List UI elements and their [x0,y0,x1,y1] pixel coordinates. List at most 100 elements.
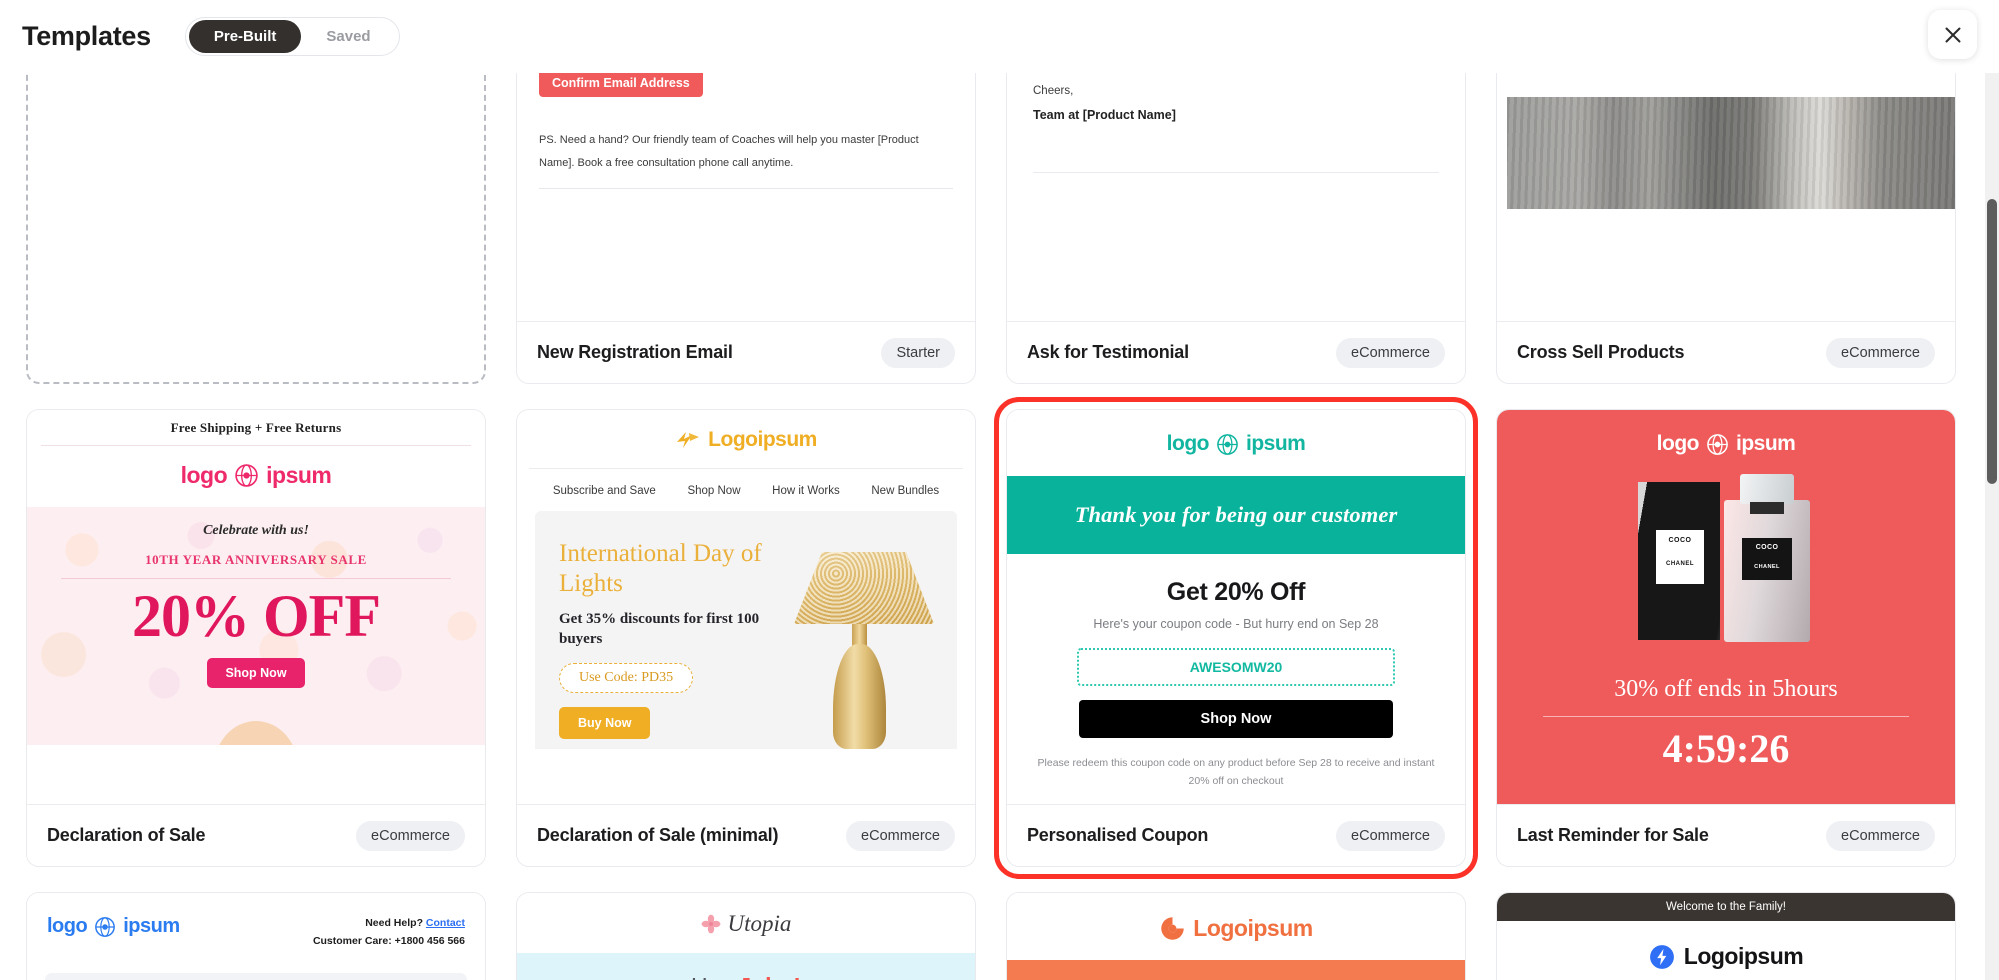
logo-text: Logoipsum [1683,943,1804,969]
template-preview: Utopia Hey John! Your Order is Confirmed… [517,893,975,980]
preview-line-2: Team at [Product Name] [1033,108,1176,122]
card-footer: Declaration of Sale eCommerce [27,804,485,866]
globe-icon [1217,433,1238,455]
logo-text-right: ipsum [1735,432,1796,455]
greeting-prefix: Hey [691,973,738,980]
template-card-personalised-coupon[interactable]: logo ipsum Thank you for being our custo… [994,397,1478,879]
logo-text-left: logo [1656,432,1700,455]
confirmation-banner: Hey John! Your Order {{order_id}} is Con… [1007,960,1465,980]
offer-text: 30% off ends in 5hours [1614,676,1838,702]
template-card-declaration-of-sale[interactable]: Free Shipping + Free Returns logo ipsum [26,409,486,867]
brand-logo: logo ipsum [47,915,180,938]
template-preview: Welcome to the Family! Logoipsum Thank y… [1497,893,1955,980]
email-preview-black-friday: logo ipsum Need Help? Contact Customer C… [27,893,485,980]
email-preview-declaration-of-sale: Free Shipping + Free Returns logo ipsum [27,410,485,804]
template-badge: eCommerce [1826,820,1935,851]
thank-you-banner: Thank you for being our customer [1007,476,1465,554]
template-badge: eCommerce [846,820,955,851]
brand-logo: logo ipsum [1007,410,1465,476]
flower-icon [701,914,720,934]
confirm-email-address-button: Confirm Email Address [539,69,703,97]
lamp-product-image [789,534,939,749]
logo-text: Utopia [727,911,792,936]
decorative-shape [213,721,299,745]
template-card-black-friday-sale[interactable]: logo ipsum Need Help? Contact Customer C… [26,892,486,980]
divider [41,445,471,446]
brand-logo: logo ipsum [1497,432,1955,456]
email-preview-personalised-coupon: logo ipsum Thank you for being our custo… [1007,410,1465,804]
shop-now-button: Shop Now [207,658,305,688]
customer-name: John! [738,973,801,980]
tab-pre-built[interactable]: Pre-Built [188,20,302,53]
shop-now-button: Shop Now [1079,700,1393,738]
offer-headline: Get 20% Off [1166,578,1306,606]
preview-header: logo ipsum Need Help? Contact Customer C… [27,893,485,951]
template-preview: Logoipsum Subscribe and Save Shop Now Ho… [517,410,975,804]
globe-icon [1707,433,1728,455]
hero-banner: Celebrate with us! 10TH YEAR ANNIVERSARY… [27,507,485,745]
logoipsum-mark-icon [1161,917,1185,940]
vertical-scrollbar-thumb[interactable] [1987,199,1997,484]
preview-body-text: PS. Need a hand? Our friendly team of Co… [539,134,919,169]
logo-text-right: ipsum [266,462,332,488]
need-help-label: Need Help? [365,917,423,929]
divider [61,578,451,579]
offer-text: 20% OFF [132,583,381,649]
template-preview: logo ipsum Need Help? Contact Customer C… [27,893,485,980]
template-card-order-confirmed-orange[interactable]: Logoipsum Hey John! Your Order {{order_i… [1006,892,1466,980]
confirmation-banner: Hey John! Your Order is Confirmed [517,953,975,980]
countdown-timer: 4:59:26 [1662,726,1790,771]
template-card-utopia-order-confirmed[interactable]: Utopia Hey John! Your Order is Confirmed… [516,892,976,980]
banner-text: Thank you for being our customer [1074,502,1398,527]
close-button[interactable] [1928,10,1977,59]
page-title: Templates [22,21,151,51]
brand-logo: Logoipsum [1007,893,1465,960]
template-badge: eCommerce [1826,337,1935,368]
nav-item-new-bundles: New Bundles [871,485,940,497]
vertical-scrollbar-track[interactable] [1985,47,1999,980]
tab-saved[interactable]: Saved [301,20,395,53]
start-from-blank-card[interactable]: Start from Blank [26,47,486,384]
template-badge: eCommerce [356,820,465,851]
template-badge: Starter [881,337,955,368]
hero-banner: Don't miss, New Launch 50% Off Black Fri… [45,972,467,980]
template-card-ask-for-testimonial[interactable]: Cheers, Team at [Product Name] Ask for T… [1006,47,1466,384]
email-preview-new-registration: Confirm Email Address PS. Need a hand? O… [517,47,975,321]
coupon-code: AWESOMW20 [1077,648,1395,686]
template-preview: Cheers, Team at [Product Name] [1007,47,1465,321]
brand-logo: Utopia [517,893,975,953]
globe-icon [235,464,258,487]
card-footer: Cross Sell Products eCommerce [1497,321,1955,383]
templates-grid: Start from Blank Confirm Email Address P… [0,47,1960,980]
nav-item-how-it-works: How it Works [772,485,840,497]
email-preview-minimal: Logoipsum Subscribe and Save Shop Now Ho… [517,410,975,804]
shipping-note: Free Shipping + Free Returns [170,420,342,435]
template-card-cross-sell-products[interactable]: Cross Sell Products eCommerce [1496,47,1956,384]
templates-tab-switch: Pre-Built Saved [184,17,400,56]
templates-scroll-area[interactable]: Start from Blank Confirm Email Address P… [0,47,1999,980]
template-badge: eCommerce [1336,337,1445,368]
card-footer: Personalised Coupon eCommerce [1007,804,1465,866]
template-card-new-registration-email[interactable]: Confirm Email Address PS. Need a hand? O… [516,47,976,384]
hero-banner: International Day of Lights Get 35% disc… [535,511,957,749]
template-card-last-reminder-for-sale[interactable]: logo ipsum CHANEL COCO CHANEL COCO 30% o… [1496,409,1956,867]
email-preview-order-confirmed: Logoipsum Hey John! Your Order {{order_i… [1007,893,1465,980]
promo-code-chip: Use Code: PD35 [559,663,694,693]
template-card-thank-you-for-purchase[interactable]: Welcome to the Family! Logoipsum Thank y… [1496,892,1956,980]
template-preview: Free Shipping + Free Returns logo ipsum [27,410,485,804]
logo-text-left: logo [1166,432,1210,455]
brand-logo: logo ipsum [27,462,485,489]
divider [1543,716,1909,717]
email-preview-last-reminder: logo ipsum CHANEL COCO CHANEL COCO 30% o… [1497,410,1955,804]
product-photo [1507,97,1955,209]
anniversary-text: 10TH YEAR ANNIVERSARY SALE [145,552,367,567]
template-preview: Confirm Email Address PS. Need a hand? O… [517,47,975,321]
brand-logo: Logoipsum [517,410,975,468]
template-preview: Logoipsum Hey John! Your Order {{order_i… [1007,893,1465,980]
nav-item-subscribe: Subscribe and Save [552,485,656,497]
customer-care-text: Customer Care: +1800 456 566 [312,934,465,947]
perfume-bottle [1724,474,1810,642]
greeting-line: Hey John! [517,973,975,980]
template-card-declaration-of-sale-minimal[interactable]: Logoipsum Subscribe and Save Shop Now Ho… [516,409,976,867]
logoipsum-mark-icon [677,432,700,448]
